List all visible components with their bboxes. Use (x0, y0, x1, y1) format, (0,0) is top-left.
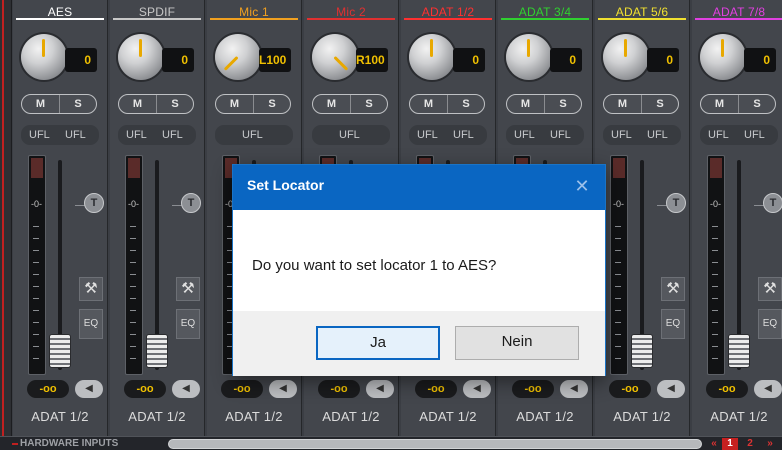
set-locator-dialog: Set Locator ✕ Do you want to set locator… (232, 164, 606, 376)
dialog-title: Set Locator (247, 177, 325, 193)
dialog-message: Do you want to set locator 1 to AES? (252, 257, 497, 274)
close-icon[interactable]: ✕ (570, 174, 594, 198)
no-button[interactable]: Nein (455, 326, 579, 360)
yes-button[interactable]: Ja (316, 326, 440, 360)
dialog-overlay: Set Locator ✕ Do you want to set locator… (0, 0, 782, 450)
dialog-footer: Ja Nein (233, 311, 605, 376)
dialog-titlebar: Set Locator ✕ (233, 165, 605, 210)
